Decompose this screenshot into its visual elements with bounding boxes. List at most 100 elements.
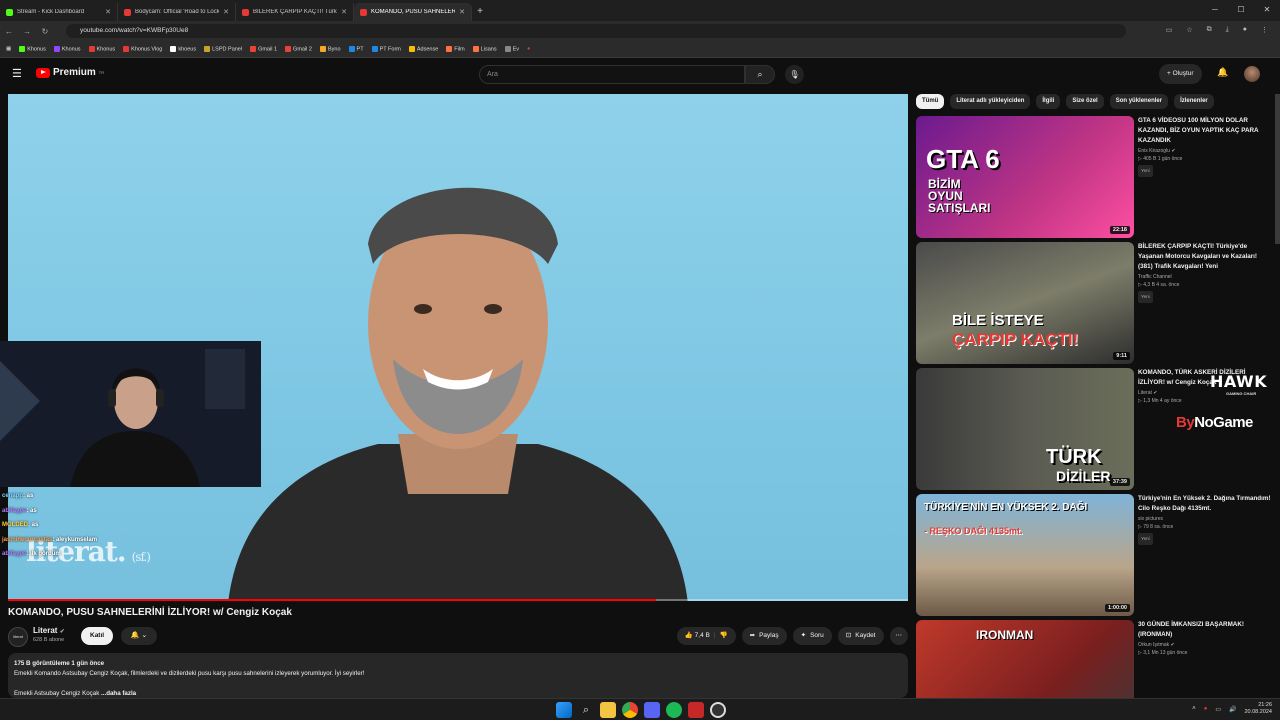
bookmark-item[interactable]: Gmail 2 — [285, 45, 312, 52]
windows-start-icon[interactable] — [556, 702, 572, 718]
save-button[interactable]: ⊡ Kaydet — [837, 627, 884, 645]
extensions-icon[interactable]: ⧉ — [1207, 26, 1212, 34]
twitch-icon — [53, 45, 60, 52]
profile-icon[interactable]: ● — [1243, 26, 1247, 34]
hamburger-menu-icon[interactable]: ☰ — [12, 67, 22, 80]
bookmark-item[interactable]: Khonus — [88, 45, 115, 52]
location-icon[interactable]: ● — [527, 46, 530, 52]
description-text: Emekli Komando Astsubay Cengiz Koçak, fi… — [14, 670, 365, 677]
chip-recently-uploaded[interactable]: Son yüklenenler — [1109, 94, 1169, 109]
minimize-icon[interactable]: ─ — [1202, 0, 1228, 20]
bookmark-item[interactable]: LSPD Panel — [204, 45, 242, 52]
download-icon[interactable]: ⤓ — [1226, 26, 1229, 34]
page-scrollbar[interactable] — [1275, 94, 1280, 244]
youtube-premium-logo[interactable]: Premium TR — [36, 67, 104, 78]
menu-icon[interactable]: ⋮ — [1261, 26, 1268, 34]
star-icon[interactable]: ☆ — [1186, 26, 1192, 34]
recommendation-channel[interactable]: Enis Kirazoglu ✔ — [1138, 147, 1273, 155]
browser-tab-kick[interactable]: Stream - Kick Dashboard ✕ — [0, 3, 118, 21]
close-tab-icon[interactable]: ✕ — [341, 8, 347, 16]
ask-button[interactable]: ✦ Soru — [792, 627, 832, 645]
notifications-bell-icon[interactable]: 🔔 — [1217, 67, 1228, 78]
network-icon[interactable]: ▭ — [1215, 706, 1221, 713]
search-input[interactable]: Ara — [479, 65, 745, 84]
clock[interactable]: 21:26 20.08.2024 — [1244, 702, 1272, 716]
browser-tab-bilerek[interactable]: BİLEREK ÇARPIP KAÇTI! Türkiye ✕ — [236, 3, 354, 21]
video-thumbnail[interactable]: TÜRKİYE'NİN EN YÜKSEK 2. DAĞI - REŞKO DA… — [916, 494, 1134, 616]
bookmark-item[interactable]: Khonus Vlog — [123, 45, 162, 52]
more-actions-button[interactable]: ⋯ — [889, 627, 908, 645]
video-thumbnail[interactable]: GTA 6 BİZİM OYUN SATIŞLARI 22:18 — [916, 116, 1134, 238]
subscription-bell-button[interactable]: 🔔 ⌄ — [121, 627, 157, 645]
file-explorer-icon[interactable] — [600, 702, 616, 718]
spotify-icon[interactable] — [666, 702, 682, 718]
browser-tab-bodycam[interactable]: Bodycam: Official 'Road to Lock ✕ — [118, 3, 236, 21]
close-window-icon[interactable]: ✕ — [1254, 0, 1280, 20]
volume-icon[interactable]: 🔊 — [1229, 706, 1236, 713]
recommendation-item[interactable]: GTA 6 BİZİM OYUN SATIŞLARI 22:18 GTA 6 V… — [916, 116, 1276, 238]
youtube-page: ☰ Premium TR Ara ⌕ 🎙 + Oluştur 🔔 literat.… — [0, 58, 1280, 698]
chip-watched[interactable]: İzlenenler — [1174, 94, 1214, 109]
browser-tab-bar: Stream - Kick Dashboard ✕ Bodycam: Offici… — [0, 0, 1280, 21]
maximize-icon[interactable]: ☐ — [1228, 0, 1254, 20]
account-avatar[interactable] — [1244, 66, 1260, 82]
create-button[interactable]: + Oluştur — [1159, 64, 1202, 84]
video-thumbnail[interactable]: IRONMAN — [916, 620, 1134, 698]
show-more-link[interactable]: ...daha fazla — [101, 690, 136, 697]
recommendation-meta: ▷ 3,1 Mn 13 gün önce — [1138, 650, 1188, 656]
video-description[interactable]: 175 B görüntüleme 1 gün önce Emekli Koma… — [8, 653, 908, 698]
chip-for-you[interactable]: Size özel — [1066, 94, 1104, 109]
forward-icon[interactable]: → — [18, 27, 36, 36]
recommendation-channel[interactable]: Orkun Işıtmak ✔ — [1138, 641, 1273, 649]
video-thumbnail[interactable]: TÜRK DİZİLER 37:39 — [916, 368, 1134, 490]
recommendation-channel[interactable]: six pictures — [1138, 515, 1273, 523]
folder-icon — [504, 45, 511, 52]
bookmark-item[interactable]: khoeus — [170, 45, 196, 52]
bookmark-item[interactable]: Khonus — [53, 45, 81, 52]
join-button[interactable]: Katıl — [81, 627, 114, 645]
obs-icon[interactable] — [710, 702, 726, 718]
reload-icon[interactable]: ↻ — [36, 27, 54, 36]
bookmark-item[interactable]: Film — [446, 45, 465, 52]
new-tab-button[interactable]: + — [472, 3, 488, 21]
recommendation-item[interactable]: IRONMAN 30 GÜNDE İMKANSIZI BAŞARMAK! (IR… — [916, 620, 1276, 698]
channel-name[interactable]: Literat ✔ — [33, 626, 65, 635]
microphone-icon[interactable]: ● — [1204, 706, 1208, 712]
chip-related[interactable]: İlgili — [1036, 94, 1061, 109]
close-tab-icon[interactable]: ✕ — [459, 8, 465, 16]
channel-avatar[interactable]: literat — [8, 627, 28, 647]
bookmark-item[interactable]: PT Form — [371, 45, 401, 52]
share-button[interactable]: ➦ Paylaş — [741, 627, 787, 645]
bookmark-item[interactable]: Khonus — [19, 45, 46, 52]
recommendation-channel[interactable]: Traffic Channel — [1138, 273, 1273, 281]
bookmark-item[interactable]: Adsense — [408, 45, 438, 52]
search-icon[interactable]: ⌕ — [578, 702, 594, 718]
voice-search-button[interactable]: 🎙 — [785, 65, 804, 84]
close-tab-icon[interactable]: ✕ — [223, 8, 229, 16]
discord-icon[interactable] — [644, 702, 660, 718]
back-icon[interactable]: ← — [0, 27, 18, 36]
apps-icon[interactable]: ▦ — [6, 46, 11, 52]
close-tab-icon[interactable]: ✕ — [105, 8, 111, 16]
url-field[interactable]: youtube.com/watch?v=KWBFp30Ue8 — [66, 24, 1126, 38]
bookmark-item[interactable]: Lisans — [472, 45, 497, 52]
bookmark-item[interactable]: Ev — [504, 45, 519, 52]
chevron-up-icon[interactable]: ˄ — [1192, 706, 1196, 712]
video-thumbnail[interactable]: BİLE İSTEYE ÇARPIP KAÇTI! 9:11 — [916, 242, 1134, 364]
browser-tab-komando[interactable]: KOMANDO, PUSU SAHNELERİNİ ✕ — [354, 3, 472, 21]
chat-message: abifaype: ilk gördüm — [2, 551, 61, 557]
dislike-button[interactable]: 👎 — [720, 627, 728, 645]
recommendation-item[interactable]: BİLE İSTEYE ÇARPIP KAÇTI! 9:11 BİLEREK Ç… — [916, 242, 1276, 364]
chip-all[interactable]: Tümü — [916, 94, 945, 109]
video-progress-bar[interactable] — [8, 599, 908, 601]
recommendation-item[interactable]: TÜRKİYE'NİN EN YÜKSEK 2. DAĞI - REŞKO DA… — [916, 494, 1276, 616]
recorder-icon[interactable] — [688, 702, 704, 718]
bookmark-item[interactable]: PT — [348, 45, 364, 52]
bookmark-item[interactable]: Byno — [320, 45, 341, 52]
search-button[interactable]: ⌕ — [745, 65, 775, 84]
chrome-icon[interactable] — [622, 702, 638, 718]
chip-from-uploader[interactable]: Literat adlı yükleyiciden — [950, 94, 1031, 109]
cast-icon[interactable]: ▭ — [1166, 26, 1173, 34]
like-button[interactable]: 👍 7,4 B — [685, 627, 710, 645]
bookmark-item[interactable]: Gmail 1 — [250, 45, 277, 52]
